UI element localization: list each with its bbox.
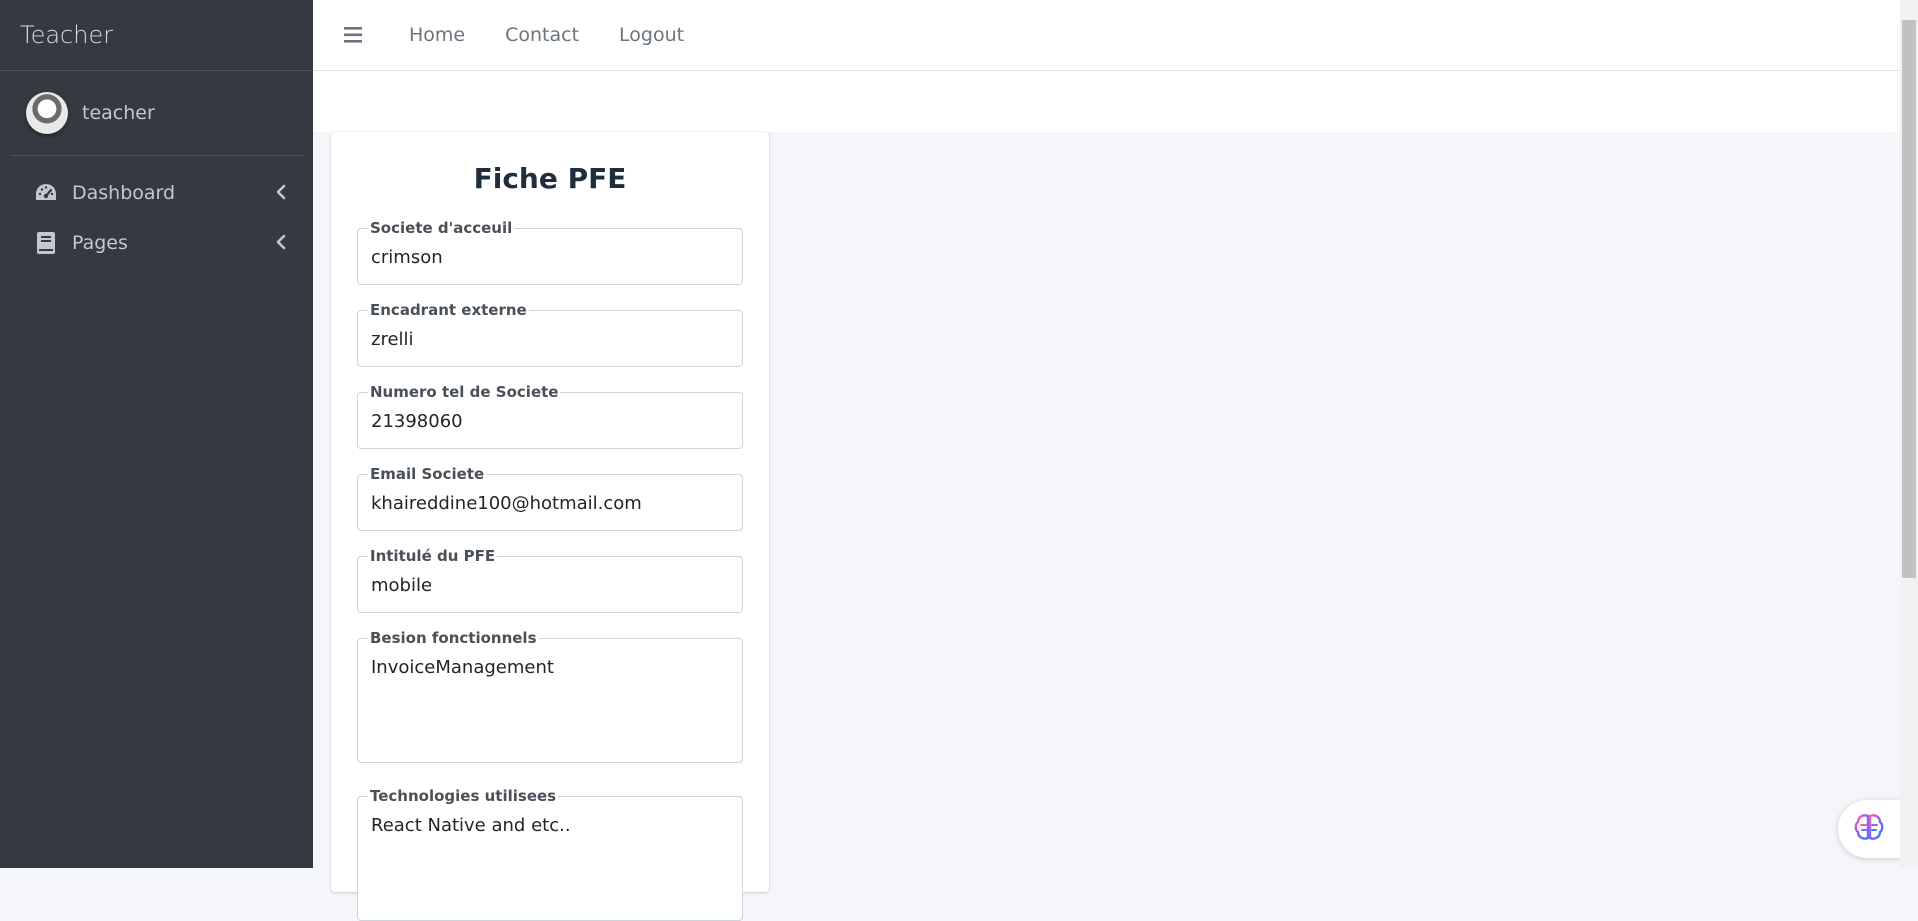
field-value: React Native and etc.. <box>371 815 571 836</box>
field-label: Email Societe <box>368 465 487 483</box>
sidebar-item-dashboard[interactable]: Dashboard <box>0 168 313 218</box>
avatar[interactable] <box>26 92 68 134</box>
card-title: Fiche PFE <box>473 162 627 195</box>
intitule-pfe-field[interactable]: Intitulé du PFE mobile <box>357 547 743 613</box>
sidebar: Teacher teacher Dashboard Pages <box>0 0 313 868</box>
field-label: Besion fonctionnels <box>368 629 539 647</box>
nav-link-contact[interactable]: Contact <box>505 24 579 46</box>
nav-link-home[interactable]: Home <box>409 24 465 46</box>
chevron-left-icon <box>275 183 287 205</box>
technologies-textarea[interactable]: Technologies utilisees React Native and … <box>357 787 743 921</box>
field-label: Intitulé du PFE <box>368 547 498 565</box>
field-value: zrelli <box>371 329 414 350</box>
chevron-left-icon <box>275 233 287 255</box>
field-value: mobile <box>371 575 433 596</box>
field-value: khaireddine100@hotmail.com <box>371 493 642 514</box>
brand-title[interactable]: Teacher <box>20 21 113 49</box>
content-header <box>313 71 1900 132</box>
tachometer-icon <box>34 181 58 205</box>
nav-link-logout[interactable]: Logout <box>619 24 684 46</box>
besoin-fonctionnels-textarea[interactable]: Besion fonctionnels InvoiceManagement <box>357 629 743 763</box>
user-panel: teacher <box>10 71 303 156</box>
sidebar-item-label: Pages <box>72 232 128 254</box>
email-societe-field[interactable]: Email Societe khaireddine100@hotmail.com <box>357 465 743 531</box>
field-label: Encadrant externe <box>368 301 529 319</box>
hamburger-icon[interactable] <box>341 22 367 48</box>
scrollbar-thumb[interactable] <box>1902 20 1916 578</box>
brand[interactable]: Teacher <box>0 0 313 71</box>
sidebar-nav: Dashboard Pages <box>0 168 313 268</box>
assistant-button[interactable] <box>1838 800 1900 858</box>
field-value: 21398060 <box>371 411 463 432</box>
field-value: crimson <box>371 247 443 268</box>
top-navbar: Home Contact Logout <box>313 0 1900 71</box>
sidebar-item-pages[interactable]: Pages <box>0 218 313 268</box>
field-label: Numero tel de Societe <box>368 383 561 401</box>
book-icon <box>34 231 58 255</box>
field-label: Technologies utilisees <box>368 787 559 805</box>
user-name[interactable]: teacher <box>82 102 155 124</box>
societe-accueil-field[interactable]: Societe d'acceuil crimson <box>357 219 743 285</box>
scrollbar[interactable] <box>1900 0 1918 868</box>
field-label: Societe d'acceuil <box>368 219 515 237</box>
fiche-pfe-card: Fiche PFE Societe d'acceuil crimson Enca… <box>331 132 769 921</box>
numero-tel-field[interactable]: Numero tel de Societe 21398060 <box>357 383 743 449</box>
sidebar-item-label: Dashboard <box>72 182 176 204</box>
encadrant-externe-field[interactable]: Encadrant externe zrelli <box>357 301 743 367</box>
brain-icon <box>1853 813 1885 845</box>
field-value: InvoiceManagement <box>371 657 554 678</box>
